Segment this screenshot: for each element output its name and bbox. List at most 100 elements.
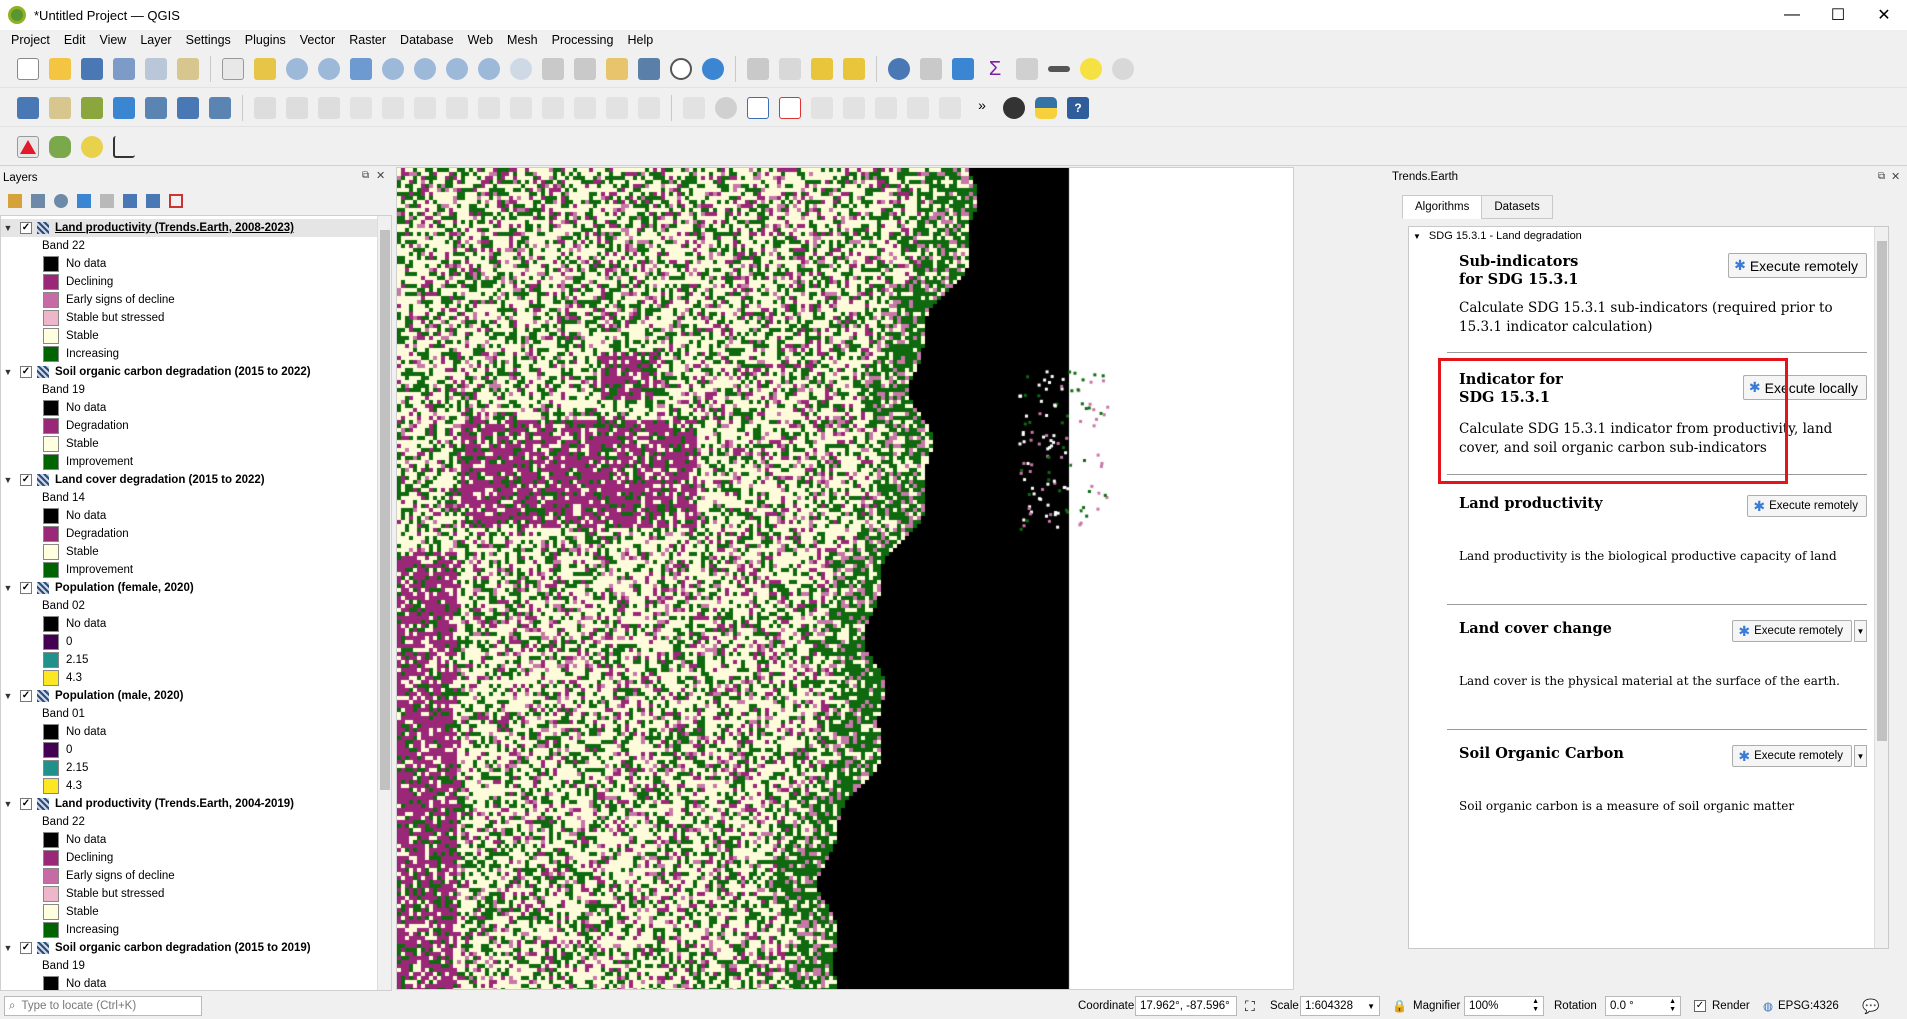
legend-item[interactable]: Early signs of decline (1, 867, 391, 885)
menu-raster[interactable]: Raster (342, 33, 393, 47)
menu-vector[interactable]: Vector (293, 33, 342, 47)
collapse-arrow-icon[interactable]: ▼ (1, 943, 15, 953)
menu-web[interactable]: Web (461, 33, 500, 47)
execute-remotely-button[interactable]: ✱ Execute remotely (1728, 253, 1867, 278)
map-tips-icon[interactable] (1080, 57, 1102, 80)
trends-earth-plugin-icon[interactable] (1003, 96, 1025, 119)
pan-to-selection-icon[interactable] (254, 57, 276, 80)
add-wfs-icon[interactable] (209, 96, 231, 119)
legend-item[interactable]: 4.3 (1, 669, 391, 687)
digitize-icon[interactable] (350, 96, 372, 119)
layer-item[interactable]: ▼ ✓ Land cover degradation (2015 to 2022) (1, 471, 391, 489)
dock-float-icon[interactable]: ⧉ (1878, 171, 1885, 182)
move-feature-icon[interactable] (414, 96, 436, 119)
delete-selected-icon[interactable] (478, 96, 500, 119)
rotation-spinbox[interactable]: 0.0 ° ▲ ▼ (1605, 996, 1681, 1016)
change-label-icon[interactable] (939, 96, 961, 119)
open-project-icon[interactable] (49, 57, 71, 80)
help-icon[interactable]: ? (1067, 96, 1089, 119)
pin-labels-icon[interactable] (811, 96, 833, 119)
vertex-tool-icon[interactable] (382, 96, 404, 119)
legend-item[interactable]: No data (1, 399, 391, 417)
legend-item[interactable]: Degradation (1, 417, 391, 435)
legend-item[interactable]: No data (1, 723, 391, 741)
move-label-icon[interactable] (875, 96, 897, 119)
zoom-in-icon[interactable] (286, 57, 308, 80)
close-panel-icon[interactable]: ✕ (376, 169, 385, 182)
legend-item[interactable]: Stable but stressed (1, 309, 391, 327)
menu-settings[interactable]: Settings (179, 33, 238, 47)
legend-item[interactable]: Declining (1, 849, 391, 867)
more-tools-icon[interactable]: » (971, 97, 993, 119)
coordinate-field[interactable]: 17.962°, -87.596° (1135, 996, 1237, 1016)
legend-item[interactable]: No data (1, 507, 391, 525)
statistics-sum-icon[interactable]: Σ (984, 58, 1006, 80)
layers-scrollbar-thumb[interactable] (380, 230, 390, 790)
layer-visibility-checkbox[interactable]: ✓ (20, 690, 32, 702)
load-data-icon[interactable] (49, 135, 71, 158)
legend-item[interactable]: Stable but stressed (1, 885, 391, 903)
menu-layer[interactable]: Layer (133, 33, 178, 47)
refresh-icon[interactable] (702, 57, 724, 80)
show-bookmarks-icon[interactable] (638, 57, 660, 80)
chart-icon[interactable] (113, 135, 135, 158)
execute-remotely-button[interactable]: ✱ Execute remotely (1732, 620, 1852, 642)
collapse-arrow-icon[interactable]: ▼ (1, 223, 15, 233)
collapse-arrow-icon[interactable]: ▼ (1, 691, 15, 701)
print-layout-icon[interactable] (145, 57, 167, 80)
map-canvas[interactable] (396, 167, 1294, 990)
save-edits-icon[interactable] (318, 96, 340, 119)
pan-icon[interactable] (222, 57, 244, 80)
legend-item[interactable]: No data (1, 615, 391, 633)
layer-visibility-checkbox[interactable]: ✓ (20, 942, 32, 954)
diagram-icon[interactable] (715, 96, 737, 119)
zoom-out-icon[interactable] (318, 57, 340, 80)
filter-expression-icon[interactable] (100, 194, 114, 208)
layer-visibility-checkbox[interactable]: ✓ (20, 366, 32, 378)
legend-item[interactable]: 4.3 (1, 777, 391, 795)
float-panel-icon[interactable]: ⧉ (362, 170, 369, 181)
layer-item[interactable]: ▼ ✓ Land productivity (Trends.Earth, 2004-… (1, 795, 391, 813)
new-map-view-icon[interactable] (542, 57, 564, 80)
cut-features-icon[interactable] (510, 96, 532, 119)
layer-item[interactable]: ▼ ✓ Soil organic carbon degradation (2015 … (1, 939, 391, 957)
execute-remotely-button[interactable]: ✱ Execute remotely (1732, 745, 1852, 767)
add-spatialite-icon[interactable] (113, 96, 135, 119)
menu-edit[interactable]: Edit (57, 33, 93, 47)
layer-item[interactable]: ▼ ✓ Soil organic carbon degradation (2015 … (1, 363, 391, 381)
legend-item[interactable]: No data (1, 831, 391, 849)
gps-icon[interactable] (1112, 57, 1134, 80)
temporal-controller-icon[interactable] (670, 57, 692, 80)
legend-item[interactable]: Stable (1, 327, 391, 345)
measure-icon[interactable] (1048, 65, 1070, 72)
zoom-native-icon[interactable] (446, 57, 468, 80)
layer-labeling-icon[interactable] (747, 96, 769, 119)
save-project-icon[interactable] (81, 57, 103, 80)
magnifier-spinbox[interactable]: 100% ▲ ▼ (1464, 996, 1544, 1016)
bookmark-icon[interactable] (606, 57, 628, 80)
legend-item[interactable]: Stable (1, 435, 391, 453)
collapse-arrow-icon[interactable]: ▼ (1, 475, 15, 485)
legend-item[interactable]: Stable (1, 903, 391, 921)
expand-all-icon[interactable] (123, 194, 137, 208)
redo-icon[interactable] (638, 96, 660, 119)
layer-item[interactable]: ▼ ✓ Population (female, 2020) (1, 579, 391, 597)
crs-globe-icon[interactable]: ◍ (1763, 999, 1773, 1013)
legend-item[interactable]: No data (1, 975, 391, 990)
layer-visibility-checkbox[interactable]: ✓ (20, 222, 32, 234)
menu-database[interactable]: Database (393, 33, 461, 47)
dock-close-icon[interactable]: ✕ (1891, 170, 1900, 183)
render-checkbox[interactable]: ✓ (1694, 1000, 1706, 1012)
collapse-arrow-icon[interactable]: ▼ (1, 367, 15, 377)
identify-icon[interactable] (888, 57, 910, 80)
copy-features-icon[interactable] (542, 96, 564, 119)
add-delimited-text-icon[interactable] (81, 96, 103, 119)
add-raster-icon[interactable] (177, 96, 199, 119)
highlight-labels-icon[interactable] (779, 96, 801, 119)
extents-toggle-icon[interactable]: ⛶ (1245, 998, 1255, 1015)
layer-visibility-checkbox[interactable]: ✓ (20, 474, 32, 486)
zoom-layer-icon[interactable] (414, 57, 436, 80)
zoom-full-icon[interactable] (350, 57, 372, 80)
add-wms-icon[interactable] (145, 96, 167, 119)
layers-scrollbar[interactable] (377, 216, 391, 990)
